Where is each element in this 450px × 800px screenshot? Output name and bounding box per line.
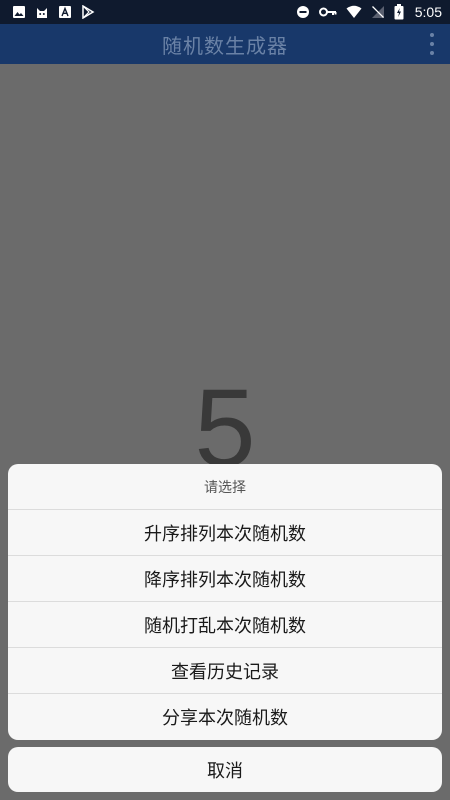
image-icon bbox=[12, 5, 26, 19]
cancel-button[interactable]: 取消 bbox=[8, 747, 442, 792]
sort-descending-button[interactable]: 降序排列本次随机数 bbox=[8, 556, 442, 602]
no-signal-icon bbox=[371, 5, 385, 19]
view-history-button[interactable]: 查看历史记录 bbox=[8, 648, 442, 694]
action-sheet-title: 请选择 bbox=[8, 464, 442, 510]
sort-ascending-button[interactable]: 升序排列本次随机数 bbox=[8, 510, 442, 556]
share-button[interactable]: 分享本次随机数 bbox=[8, 694, 442, 740]
status-bar: 5:05 bbox=[0, 0, 450, 24]
key-icon bbox=[318, 5, 337, 19]
status-left-icons bbox=[12, 5, 95, 19]
do-not-disturb-icon bbox=[296, 5, 310, 19]
action-sheet: 请选择 升序排列本次随机数 降序排列本次随机数 随机打乱本次随机数 查看历史记录… bbox=[8, 464, 442, 740]
status-time: 5:05 bbox=[414, 4, 442, 20]
play-store-icon bbox=[81, 5, 95, 19]
font-icon bbox=[58, 5, 72, 19]
wifi-icon bbox=[346, 5, 362, 19]
cat-icon bbox=[35, 5, 49, 19]
shuffle-button[interactable]: 随机打乱本次随机数 bbox=[8, 602, 442, 648]
battery-charging-icon bbox=[394, 4, 404, 20]
status-right-icons: 5:05 bbox=[296, 4, 442, 20]
app-title: 随机数生成器 bbox=[162, 33, 288, 58]
overflow-menu-icon[interactable] bbox=[426, 33, 438, 55]
app-bar: 随机数生成器 bbox=[0, 24, 450, 64]
